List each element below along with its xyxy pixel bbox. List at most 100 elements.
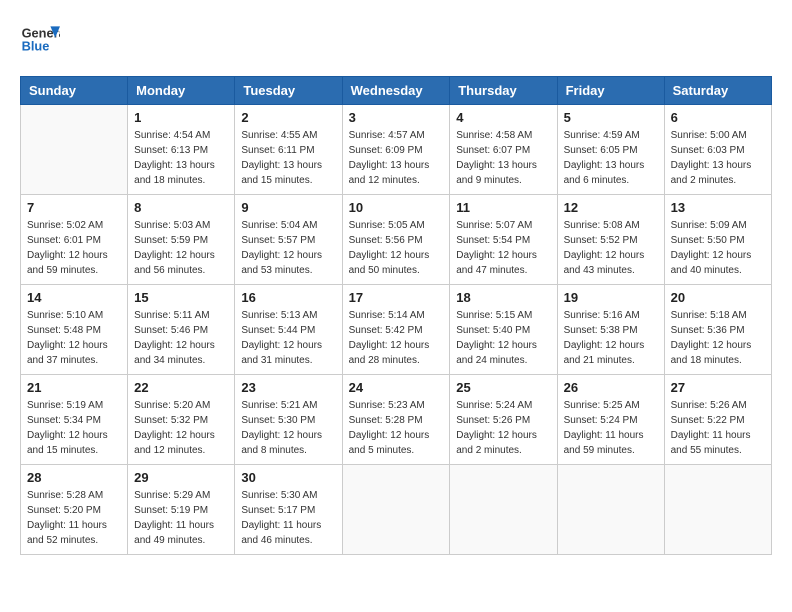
day-info: Sunrise: 5:03 AMSunset: 5:59 PMDaylight:…	[134, 218, 228, 278]
day-number: 8	[134, 200, 228, 215]
calendar-week-row: 7 Sunrise: 5:02 AMSunset: 6:01 PMDaylight…	[21, 195, 772, 285]
calendar-week-row: 21 Sunrise: 5:19 AMSunset: 5:34 PMDayligh…	[21, 375, 772, 465]
day-number: 21	[27, 380, 121, 395]
calendar-table: SundayMondayTuesdayWednesdayThursdayFrid…	[20, 76, 772, 555]
day-info: Sunrise: 5:20 AMSunset: 5:32 PMDaylight:…	[134, 398, 228, 458]
day-info: Sunrise: 4:57 AMSunset: 6:09 PMDaylight:…	[349, 128, 444, 188]
day-number: 9	[241, 200, 335, 215]
calendar-day-cell: 14 Sunrise: 5:10 AMSunset: 5:48 PMDayligh…	[21, 285, 128, 375]
day-number: 13	[671, 200, 765, 215]
day-info: Sunrise: 5:05 AMSunset: 5:56 PMDaylight:…	[349, 218, 444, 278]
calendar-day-cell	[21, 105, 128, 195]
calendar-day-cell: 28 Sunrise: 5:28 AMSunset: 5:20 PMDayligh…	[21, 465, 128, 555]
calendar-day-cell: 18 Sunrise: 5:15 AMSunset: 5:40 PMDayligh…	[450, 285, 557, 375]
calendar-day-cell	[664, 465, 771, 555]
calendar-day-cell: 4Sunrise: 4:58 AMSunset: 6:07 PMDaylight…	[450, 105, 557, 195]
day-number: 27	[671, 380, 765, 395]
day-info: Sunrise: 5:08 AMSunset: 5:52 PMDaylight:…	[564, 218, 658, 278]
weekday-header: Monday	[128, 77, 235, 105]
calendar-day-cell: 7 Sunrise: 5:02 AMSunset: 6:01 PMDaylight…	[21, 195, 128, 285]
day-number: 28	[27, 470, 121, 485]
day-info: Sunrise: 4:58 AMSunset: 6:07 PMDaylight:…	[456, 128, 550, 188]
day-info: Sunrise: 5:07 AMSunset: 5:54 PMDaylight:…	[456, 218, 550, 278]
calendar-day-cell: 15Sunrise: 5:11 AMSunset: 5:46 PMDayligh…	[128, 285, 235, 375]
weekday-header: Friday	[557, 77, 664, 105]
day-info: Sunrise: 5:15 AMSunset: 5:40 PMDaylight:…	[456, 308, 550, 368]
day-number: 3	[349, 110, 444, 125]
day-number: 14	[27, 290, 121, 305]
weekday-header: Tuesday	[235, 77, 342, 105]
day-info: Sunrise: 4:54 AMSunset: 6:13 PMDaylight:…	[134, 128, 228, 188]
calendar-day-cell: 21 Sunrise: 5:19 AMSunset: 5:34 PMDayligh…	[21, 375, 128, 465]
day-number: 18	[456, 290, 550, 305]
calendar-day-cell: 1 Sunrise: 4:54 AMSunset: 6:13 PMDaylight…	[128, 105, 235, 195]
calendar-day-cell: 6 Sunrise: 5:00 AMSunset: 6:03 PMDaylight…	[664, 105, 771, 195]
day-number: 23	[241, 380, 335, 395]
calendar-day-cell: 12Sunrise: 5:08 AMSunset: 5:52 PMDayligh…	[557, 195, 664, 285]
day-number: 15	[134, 290, 228, 305]
calendar-day-cell: 17Sunrise: 5:14 AMSunset: 5:42 PMDayligh…	[342, 285, 450, 375]
day-number: 25	[456, 380, 550, 395]
weekday-header: Sunday	[21, 77, 128, 105]
day-info: Sunrise: 5:19 AMSunset: 5:34 PMDaylight:…	[27, 398, 121, 458]
day-info: Sunrise: 4:59 AMSunset: 6:05 PMDaylight:…	[564, 128, 658, 188]
calendar-week-row: 14 Sunrise: 5:10 AMSunset: 5:48 PMDayligh…	[21, 285, 772, 375]
day-info: Sunrise: 5:18 AMSunset: 5:36 PMDaylight:…	[671, 308, 765, 368]
calendar-day-cell	[450, 465, 557, 555]
day-info: Sunrise: 4:55 AMSunset: 6:11 PMDaylight:…	[241, 128, 335, 188]
calendar-day-cell: 25 Sunrise: 5:24 AMSunset: 5:26 PMDayligh…	[450, 375, 557, 465]
day-info: Sunrise: 5:30 AMSunset: 5:17 PMDaylight:…	[241, 488, 335, 548]
day-info: Sunrise: 5:10 AMSunset: 5:48 PMDaylight:…	[27, 308, 121, 368]
day-number: 2	[241, 110, 335, 125]
calendar-day-cell: 22 Sunrise: 5:20 AMSunset: 5:32 PMDayligh…	[128, 375, 235, 465]
day-info: Sunrise: 5:29 AMSunset: 5:19 PMDaylight:…	[134, 488, 228, 548]
day-info: Sunrise: 5:09 AMSunset: 5:50 PMDaylight:…	[671, 218, 765, 278]
day-number: 1	[134, 110, 228, 125]
calendar-day-cell: 3 Sunrise: 4:57 AMSunset: 6:09 PMDaylight…	[342, 105, 450, 195]
calendar-header-row: SundayMondayTuesdayWednesdayThursdayFrid…	[21, 77, 772, 105]
calendar-day-cell: 23Sunrise: 5:21 AMSunset: 5:30 PMDayligh…	[235, 375, 342, 465]
day-info: Sunrise: 5:23 AMSunset: 5:28 PMDaylight:…	[349, 398, 444, 458]
calendar-day-cell	[557, 465, 664, 555]
day-number: 11	[456, 200, 550, 215]
day-info: Sunrise: 5:13 AMSunset: 5:44 PMDaylight:…	[241, 308, 335, 368]
day-info: Sunrise: 5:24 AMSunset: 5:26 PMDaylight:…	[456, 398, 550, 458]
day-number: 7	[27, 200, 121, 215]
calendar-day-cell: 20 Sunrise: 5:18 AMSunset: 5:36 PMDayligh…	[664, 285, 771, 375]
day-number: 6	[671, 110, 765, 125]
day-info: Sunrise: 5:14 AMSunset: 5:42 PMDaylight:…	[349, 308, 444, 368]
calendar-day-cell: 10Sunrise: 5:05 AMSunset: 5:56 PMDayligh…	[342, 195, 450, 285]
day-number: 30	[241, 470, 335, 485]
page-header: General Blue	[20, 20, 772, 60]
calendar-day-cell: 8 Sunrise: 5:03 AMSunset: 5:59 PMDaylight…	[128, 195, 235, 285]
day-info: Sunrise: 5:25 AMSunset: 5:24 PMDaylight:…	[564, 398, 658, 458]
day-number: 29	[134, 470, 228, 485]
calendar-day-cell: 27Sunrise: 5:26 AMSunset: 5:22 PMDayligh…	[664, 375, 771, 465]
day-number: 26	[564, 380, 658, 395]
day-info: Sunrise: 5:02 AMSunset: 6:01 PMDaylight:…	[27, 218, 121, 278]
day-info: Sunrise: 5:28 AMSunset: 5:20 PMDaylight:…	[27, 488, 121, 548]
day-number: 20	[671, 290, 765, 305]
calendar-day-cell: 9 Sunrise: 5:04 AMSunset: 5:57 PMDaylight…	[235, 195, 342, 285]
weekday-header: Wednesday	[342, 77, 450, 105]
day-info: Sunrise: 5:00 AMSunset: 6:03 PMDaylight:…	[671, 128, 765, 188]
calendar-day-cell	[342, 465, 450, 555]
day-info: Sunrise: 5:04 AMSunset: 5:57 PMDaylight:…	[241, 218, 335, 278]
day-number: 22	[134, 380, 228, 395]
svg-text:Blue: Blue	[22, 38, 50, 53]
calendar-day-cell: 5 Sunrise: 4:59 AMSunset: 6:05 PMDaylight…	[557, 105, 664, 195]
day-number: 24	[349, 380, 444, 395]
calendar-day-cell: 19Sunrise: 5:16 AMSunset: 5:38 PMDayligh…	[557, 285, 664, 375]
logo: General Blue	[20, 20, 60, 60]
weekday-header: Saturday	[664, 77, 771, 105]
calendar-day-cell: 26 Sunrise: 5:25 AMSunset: 5:24 PMDayligh…	[557, 375, 664, 465]
calendar-week-row: 28 Sunrise: 5:28 AMSunset: 5:20 PMDayligh…	[21, 465, 772, 555]
calendar-day-cell: 16Sunrise: 5:13 AMSunset: 5:44 PMDayligh…	[235, 285, 342, 375]
calendar-day-cell: 13 Sunrise: 5:09 AMSunset: 5:50 PMDayligh…	[664, 195, 771, 285]
calendar-week-row: 1 Sunrise: 4:54 AMSunset: 6:13 PMDaylight…	[21, 105, 772, 195]
weekday-header: Thursday	[450, 77, 557, 105]
calendar-day-cell: 29 Sunrise: 5:29 AMSunset: 5:19 PMDayligh…	[128, 465, 235, 555]
calendar-day-cell: 24 Sunrise: 5:23 AMSunset: 5:28 PMDayligh…	[342, 375, 450, 465]
calendar-day-cell: 30 Sunrise: 5:30 AMSunset: 5:17 PMDayligh…	[235, 465, 342, 555]
day-number: 5	[564, 110, 658, 125]
